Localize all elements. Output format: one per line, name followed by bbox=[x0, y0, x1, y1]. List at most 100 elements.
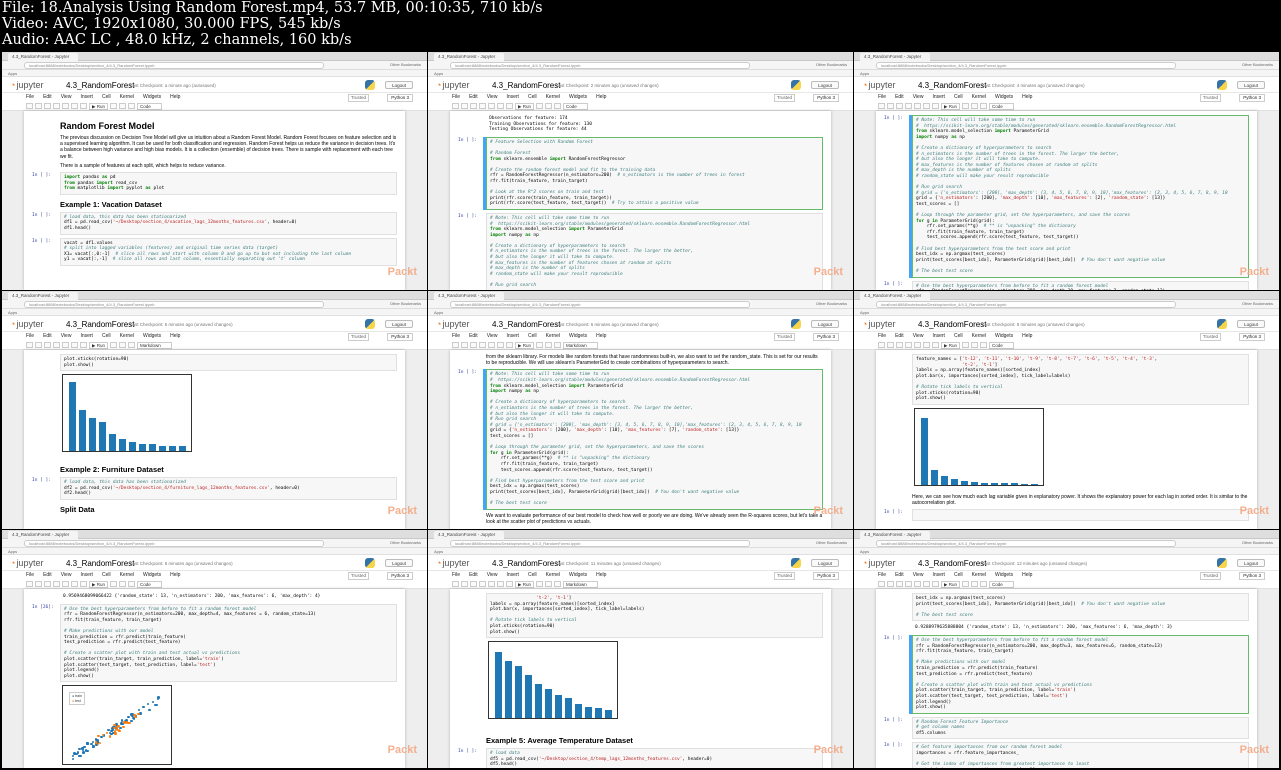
menu-view[interactable]: View bbox=[913, 572, 924, 578]
move-down-icon[interactable] bbox=[932, 103, 939, 109]
menu-widgets[interactable]: Widgets bbox=[569, 572, 587, 578]
notebook-title[interactable]: 4.3_RandomForest bbox=[918, 559, 986, 568]
paste-icon[interactable] bbox=[914, 103, 921, 109]
code-cell[interactable]: feature_names = ['t-12', 't-11', 't-10',… bbox=[884, 354, 1249, 405]
menu-edit[interactable]: Edit bbox=[895, 94, 904, 100]
add-cell-icon[interactable] bbox=[887, 103, 894, 109]
cell-type-select[interactable]: Markdown bbox=[136, 342, 172, 349]
menu-kernel[interactable]: Kernel bbox=[972, 333, 986, 339]
code-cell[interactable]: In [ ]: # Use the best hyperparameters fr… bbox=[884, 280, 1249, 290]
paste-icon[interactable] bbox=[488, 342, 495, 348]
menu-file[interactable]: File bbox=[452, 94, 460, 100]
paste-icon[interactable] bbox=[488, 103, 495, 109]
restart-icon[interactable] bbox=[544, 581, 552, 587]
copy-icon[interactable] bbox=[53, 342, 60, 348]
logout-button[interactable]: Logout bbox=[811, 81, 839, 89]
code-cell[interactable]: In [26]: # Use the best hyperparameters f… bbox=[32, 603, 397, 683]
fast-forward-icon[interactable] bbox=[127, 103, 135, 109]
menu-view[interactable]: View bbox=[913, 94, 924, 100]
run-button[interactable]: ▶ Run bbox=[941, 581, 960, 588]
address-bar[interactable]: localhost:8888/notebooks/Desktop/section… bbox=[24, 540, 324, 547]
restart-icon[interactable] bbox=[118, 103, 126, 109]
logout-button[interactable]: Logout bbox=[385, 320, 413, 328]
bookmarks-label[interactable]: Other Bookmarks bbox=[816, 62, 847, 67]
menu-view[interactable]: View bbox=[487, 333, 498, 339]
notebook-title[interactable]: 4.3_RandomForest bbox=[66, 559, 134, 568]
cut-icon[interactable] bbox=[44, 342, 51, 348]
menu-kernel[interactable]: Kernel bbox=[546, 572, 560, 578]
apps-bar[interactable]: Apps bbox=[2, 70, 427, 77]
menu-kernel[interactable]: Kernel bbox=[546, 333, 560, 339]
run-button[interactable]: ▶ Run bbox=[515, 581, 534, 588]
code-cell[interactable]: In [ ]: # Get feature importances from ou… bbox=[884, 742, 1249, 768]
menu-file[interactable]: File bbox=[878, 572, 886, 578]
stop-icon[interactable] bbox=[109, 342, 117, 348]
notebook-title[interactable]: 4.3_RandomForest bbox=[918, 320, 986, 329]
menu-kernel[interactable]: Kernel bbox=[972, 94, 986, 100]
browser-tab[interactable]: 4.3_RandomForest - Jupyter bbox=[860, 292, 930, 300]
copy-icon[interactable] bbox=[53, 103, 60, 109]
menu-kernel[interactable]: Kernel bbox=[120, 572, 134, 578]
add-cell-icon[interactable] bbox=[461, 581, 468, 587]
paste-icon[interactable] bbox=[914, 581, 921, 587]
save-icon[interactable] bbox=[26, 103, 33, 109]
address-bar[interactable]: localhost:8888/notebooks/Desktop/section… bbox=[876, 301, 1176, 308]
address-bar[interactable]: localhost:8888/notebooks/Desktop/section… bbox=[24, 62, 324, 69]
bookmarks-label[interactable]: Other Bookmarks bbox=[390, 62, 421, 67]
menu-help[interactable]: Help bbox=[170, 94, 180, 100]
copy-icon[interactable] bbox=[53, 581, 60, 587]
menu-edit[interactable]: Edit bbox=[895, 572, 904, 578]
menu-view[interactable]: View bbox=[61, 572, 72, 578]
move-up-icon[interactable] bbox=[71, 342, 78, 348]
code-cell[interactable]: In [ ]: # Note: This cell will take some … bbox=[884, 115, 1249, 278]
notebook-title[interactable]: 4.3_RandomForest bbox=[492, 320, 560, 329]
trusted-badge[interactable]: Trusted bbox=[1199, 94, 1221, 102]
menu-insert[interactable]: Insert bbox=[80, 333, 93, 339]
notebook-title[interactable]: 4.3_RandomForest bbox=[492, 559, 560, 568]
address-bar[interactable]: localhost:8888/notebooks/Desktop/section… bbox=[450, 62, 750, 69]
stop-icon[interactable] bbox=[109, 103, 117, 109]
browser-tab[interactable]: 4.3_RandomForest - Jupyter bbox=[434, 531, 504, 539]
menu-edit[interactable]: Edit bbox=[895, 333, 904, 339]
trusted-badge[interactable]: Trusted bbox=[773, 94, 795, 102]
fast-forward-icon[interactable] bbox=[553, 103, 561, 109]
save-icon[interactable] bbox=[452, 103, 459, 109]
address-bar[interactable]: localhost:8888/notebooks/Desktop/section… bbox=[450, 301, 750, 308]
cut-icon[interactable] bbox=[896, 342, 903, 348]
menu-insert[interactable]: Insert bbox=[80, 94, 93, 100]
fast-forward-icon[interactable] bbox=[979, 581, 987, 587]
move-down-icon[interactable] bbox=[506, 342, 513, 348]
bookmarks-label[interactable]: Other Bookmarks bbox=[1242, 62, 1273, 67]
menu-cell[interactable]: Cell bbox=[954, 94, 963, 100]
code-cell[interactable]: In [ ]: # Feature Selection with Random F… bbox=[458, 136, 823, 210]
run-button[interactable]: ▶ Run bbox=[941, 342, 960, 349]
cell-type-select[interactable]: Markdown bbox=[562, 342, 598, 349]
notebook-title[interactable]: 4.3_RandomForest bbox=[492, 81, 560, 90]
move-down-icon[interactable] bbox=[80, 342, 87, 348]
bookmarks-label[interactable]: Other Bookmarks bbox=[816, 540, 847, 545]
code-cell[interactable]: In [ ]: # load data, this data has been s… bbox=[32, 477, 397, 500]
menu-widgets[interactable]: Widgets bbox=[569, 94, 587, 100]
save-icon[interactable] bbox=[26, 581, 33, 587]
cut-icon[interactable] bbox=[896, 103, 903, 109]
browser-tab[interactable]: 4.3_RandomForest - Jupyter bbox=[8, 53, 78, 61]
browser-tab[interactable]: 4.3_RandomForest - Jupyter bbox=[8, 292, 78, 300]
fast-forward-icon[interactable] bbox=[127, 342, 135, 348]
menu-insert[interactable]: Insert bbox=[932, 94, 945, 100]
move-down-icon[interactable] bbox=[932, 342, 939, 348]
menu-view[interactable]: View bbox=[487, 572, 498, 578]
menu-help[interactable]: Help bbox=[596, 572, 606, 578]
menu-cell[interactable]: Cell bbox=[102, 94, 111, 100]
menu-kernel[interactable]: Kernel bbox=[120, 94, 134, 100]
cut-icon[interactable] bbox=[896, 581, 903, 587]
add-cell-icon[interactable] bbox=[35, 342, 42, 348]
cell-type-select[interactable]: Code bbox=[562, 103, 588, 110]
menu-help[interactable]: Help bbox=[170, 572, 180, 578]
menu-help[interactable]: Help bbox=[1022, 572, 1032, 578]
add-cell-icon[interactable] bbox=[461, 103, 468, 109]
menu-kernel[interactable]: Kernel bbox=[546, 94, 560, 100]
code-cell[interactable]: best_idx = np.argmax(test_scores) print(… bbox=[884, 593, 1249, 622]
notebook-title[interactable]: 4.3_RandomForest bbox=[66, 81, 134, 90]
fast-forward-icon[interactable] bbox=[979, 342, 987, 348]
copy-icon[interactable] bbox=[905, 103, 912, 109]
